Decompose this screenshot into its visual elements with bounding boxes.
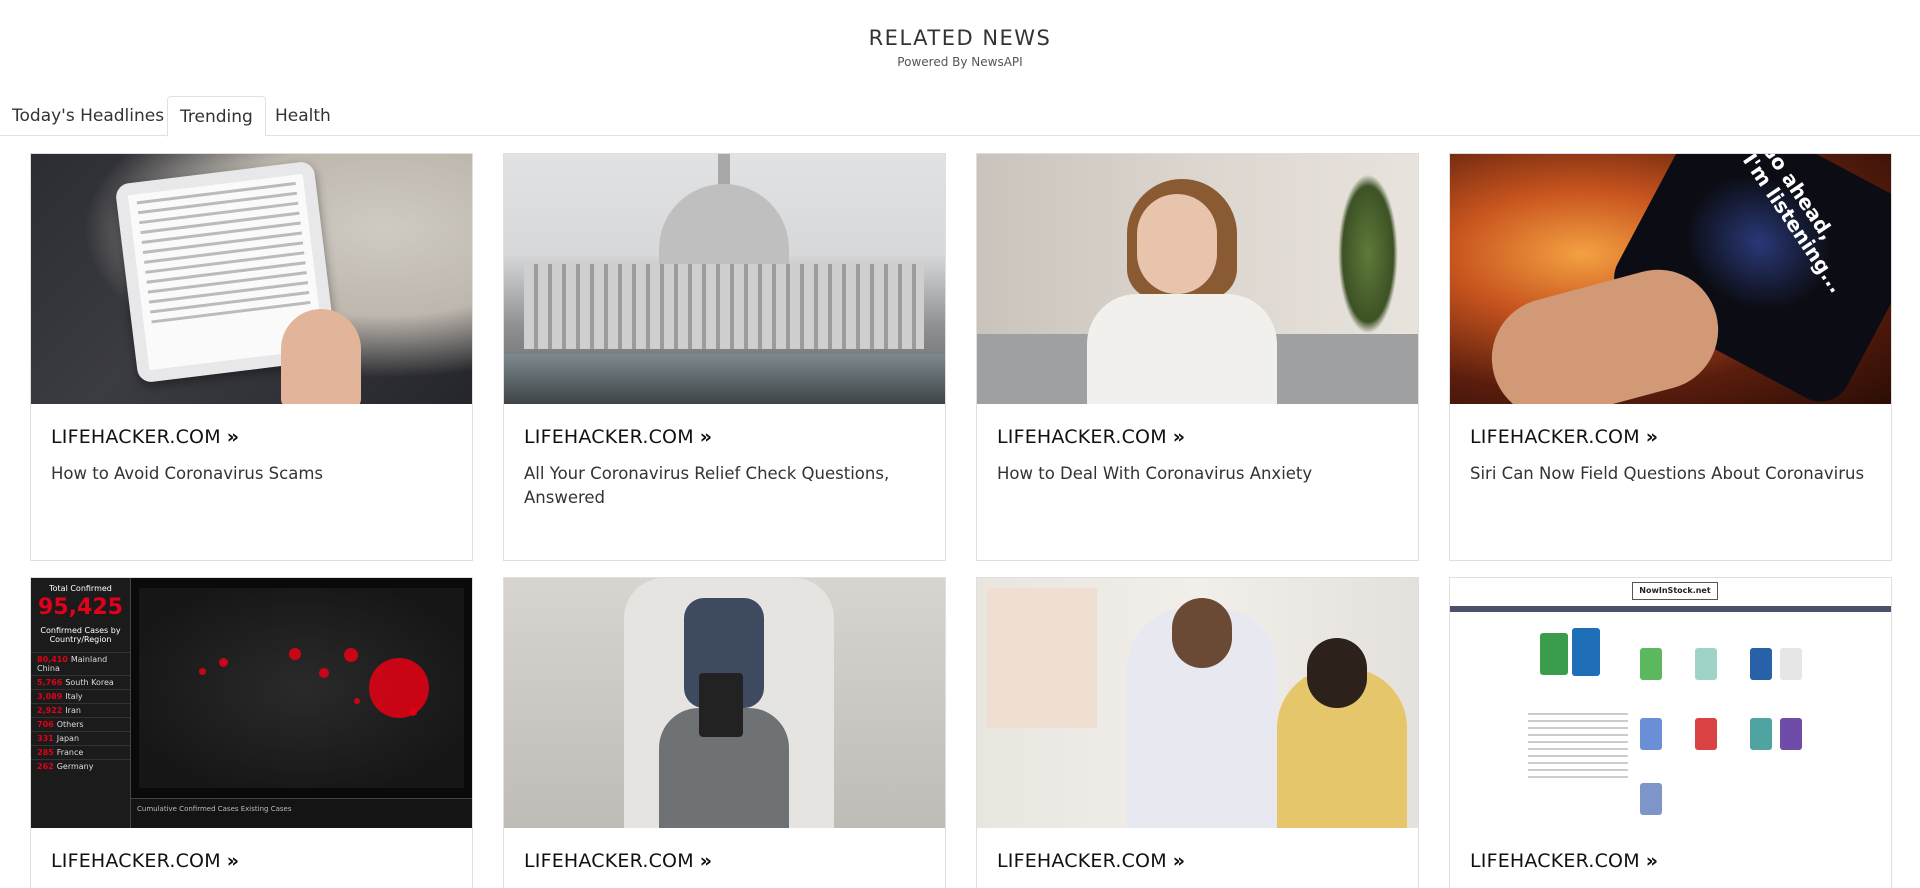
list-item: 5,766 South Korea (31, 675, 130, 689)
dashboard-country-list: 80,410 Mainland China 5,766 South Korea 3,… (31, 652, 130, 773)
news-card[interactable]: LIFEHACKER.COM» How to Avoid Coronavirus… (30, 153, 473, 561)
news-source[interactable]: LIFEHACKER.COM» (1470, 426, 1658, 448)
dashboard-tabs: Cumulative Confirmed Cases Existing Case… (131, 798, 472, 828)
nowinstock-logo: NowInStock.net (1632, 582, 1718, 600)
siri-phone-image: Go ahead, I'm listening... (1450, 154, 1891, 404)
anxious-woman-image (977, 154, 1418, 404)
nowinstock-site-image: NowInStock.net (1450, 578, 1891, 828)
news-source[interactable]: LIFEHACKER.COM» (524, 850, 712, 872)
page-header: RELATED NEWS Powered By NewsAPI (0, 0, 1920, 78)
dashboard-list-header: Confirmed Cases by Country/Region (40, 626, 121, 644)
double-chevron-right-icon: » (226, 850, 240, 872)
list-item: 285 France (31, 745, 130, 759)
list-item: 3,089 Italy (31, 689, 130, 703)
news-source-label: LIFEHACKER.COM (1470, 426, 1640, 448)
news-title[interactable]: All Your Coronavirus Relief Check Questi… (524, 462, 925, 510)
news-source-label: LIFEHACKER.COM (524, 850, 694, 872)
news-source-label: LIFEHACKER.COM (51, 850, 221, 872)
tab-health[interactable]: Health (263, 96, 343, 136)
double-chevron-right-icon: » (1172, 850, 1186, 872)
news-card[interactable]: LIFEHACKER.COM» All Your Coronavirus Rel… (503, 153, 946, 561)
news-source[interactable]: LIFEHACKER.COM» (51, 850, 239, 872)
tablet-email-image (31, 154, 472, 404)
news-card[interactable]: LIFEHACKER.COM» How to Deal With Coronav… (976, 153, 1419, 561)
doctor-patient-image (977, 578, 1418, 828)
ereader-image (504, 578, 945, 828)
news-card[interactable]: Go ahead, I'm listening... LIFEHACKER.CO… (1449, 153, 1892, 561)
double-chevron-right-icon: » (1645, 426, 1659, 448)
dashboard-label: Total Confirmed (49, 584, 112, 593)
coronavirus-dashboard-image: Total Confirmed 95,425 Confirmed Cases b… (31, 578, 472, 828)
news-source-label: LIFEHACKER.COM (1470, 850, 1640, 872)
double-chevron-right-icon: » (226, 426, 240, 448)
capitol-building-image (504, 154, 945, 404)
dashboard-total: 95,425 (38, 595, 123, 620)
news-title[interactable]: How to Avoid Coronavirus Scams (51, 462, 452, 486)
news-source[interactable]: LIFEHACKER.COM» (51, 426, 239, 448)
news-source[interactable]: LIFEHACKER.COM» (524, 426, 712, 448)
news-card[interactable]: Total Confirmed 95,425 Confirmed Cases b… (30, 577, 473, 888)
news-title[interactable]: How to Deal With Coronavirus Anxiety (997, 462, 1398, 486)
news-source[interactable]: LIFEHACKER.COM» (1470, 850, 1658, 872)
double-chevron-right-icon: » (1645, 850, 1659, 872)
news-source-label: LIFEHACKER.COM (51, 426, 221, 448)
news-card[interactable]: LIFEHACKER.COM» (976, 577, 1419, 888)
news-source[interactable]: LIFEHACKER.COM» (997, 850, 1185, 872)
news-card[interactable]: LIFEHACKER.COM» (503, 577, 946, 888)
double-chevron-right-icon: » (699, 426, 713, 448)
news-source[interactable]: LIFEHACKER.COM» (997, 426, 1185, 448)
page-subtitle: Powered By NewsAPI (897, 55, 1023, 69)
page-title: RELATED NEWS (868, 26, 1052, 50)
list-item: 80,410 Mainland China (31, 652, 130, 675)
news-card[interactable]: NowInStock.net LIFEHACKER.COM» (1449, 577, 1892, 888)
double-chevron-right-icon: » (1172, 426, 1186, 448)
tab-todays-headlines[interactable]: Today's Headlines (0, 96, 176, 136)
tab-trending[interactable]: Trending (167, 96, 266, 137)
news-source-label: LIFEHACKER.COM (524, 426, 694, 448)
list-item: 706 Others (31, 717, 130, 731)
list-item: 2,922 Iran (31, 703, 130, 717)
double-chevron-right-icon: » (699, 850, 713, 872)
list-item: 331 Japan (31, 731, 130, 745)
news-source-label: LIFEHACKER.COM (997, 426, 1167, 448)
news-tabs: Today's Headlines Trending Health (0, 96, 1920, 137)
news-source-label: LIFEHACKER.COM (997, 850, 1167, 872)
list-item: 262 Germany (31, 759, 130, 773)
news-title[interactable]: Siri Can Now Field Questions About Coron… (1470, 462, 1871, 486)
